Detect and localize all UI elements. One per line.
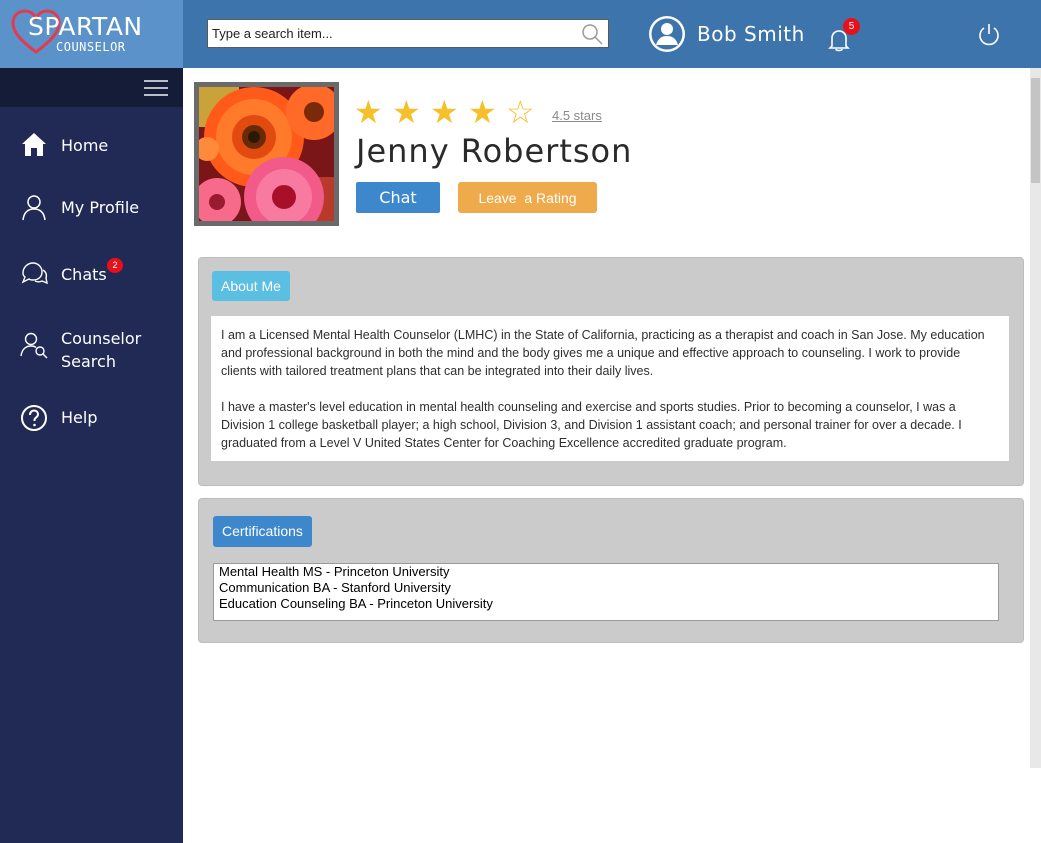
sidebar-item-label-line2: Search [61,352,116,371]
user-search-icon [20,332,48,359]
star-outline-icon: ☆ [506,93,535,131]
sidebar-item-label: Counselor [61,329,142,348]
sidebar-item-home[interactable]: Home [0,130,183,162]
certifications-panel: Certifications Mental Health MS - Prince… [198,498,1024,643]
sidebar-item-my-profile[interactable]: My Profile [0,193,183,225]
hamburger-icon[interactable] [144,80,168,96]
sidebar [0,68,183,843]
leave-rating-button[interactable]: Leave a Rating [458,182,597,213]
sidebar-item-help[interactable]: Help [0,404,183,434]
profile-photo-frame [193,82,342,237]
search-input[interactable] [212,22,572,45]
list-item: Communication BA - Stanford University [219,580,451,595]
star-full-icon: ★ [354,93,383,131]
scrollbar-thumb[interactable] [1031,78,1040,183]
app-logo[interactable]: SPARTAN COUNSELOR [0,0,183,68]
star-full-icon: ★ [430,93,459,131]
scrollbar[interactable] [1030,68,1041,768]
logo-subtitle: COUNSELOR [56,40,126,54]
about-paragraph: I have a master's level education in men… [221,400,962,450]
sidebar-item-counselor-search[interactable]: Counselor Search [0,327,183,375]
rating-text[interactable]: 4.5 stars [552,108,602,123]
about-text: I am a Licensed Mental Health Counselor … [211,316,1009,461]
certifications-tab[interactable]: Certifications [213,516,312,547]
sidebar-item-label: Help [61,408,98,427]
user-name[interactable]: Bob Smith [697,22,805,46]
home-icon [22,133,46,156]
sidebar-top-bar [0,68,183,107]
list-item: Mental Health MS - Princeton University [219,564,450,579]
user-icon [22,195,46,221]
sidebar-item-label: My Profile [61,198,140,217]
chat-button[interactable]: Chat [356,182,440,213]
top-header: SPARTAN COUNSELOR Bob Smith 5 [0,0,1041,68]
chat-bubbles-icon [21,262,48,285]
help-icon [21,405,47,431]
notification-badge: 5 [843,18,860,35]
about-tab[interactable]: About Me [212,271,290,301]
logo-title: SPARTAN [28,12,143,41]
counselor-name: Jenny Robertson [356,132,633,170]
search-icon[interactable] [580,22,604,46]
chats-badge: 2 [107,258,123,273]
sidebar-item-chats[interactable]: Chats [0,260,183,292]
profile-photo [193,84,342,237]
star-full-icon: ★ [392,93,421,131]
list-item: Education Counseling BA - Princeton Univ… [219,596,493,611]
power-icon[interactable] [977,22,1001,48]
certifications-list: Mental Health MS - Princeton University … [213,563,999,621]
about-paragraph: I am a Licensed Mental Health Counselor … [221,328,985,378]
user-avatar-icon[interactable] [647,14,687,54]
search-bar [207,19,609,48]
sidebar-item-label: Chats [61,265,107,284]
star-full-icon: ★ [468,93,497,131]
about-panel: About Me I am a Licensed Mental Health C… [198,257,1024,486]
sidebar-item-label: Home [61,136,109,155]
